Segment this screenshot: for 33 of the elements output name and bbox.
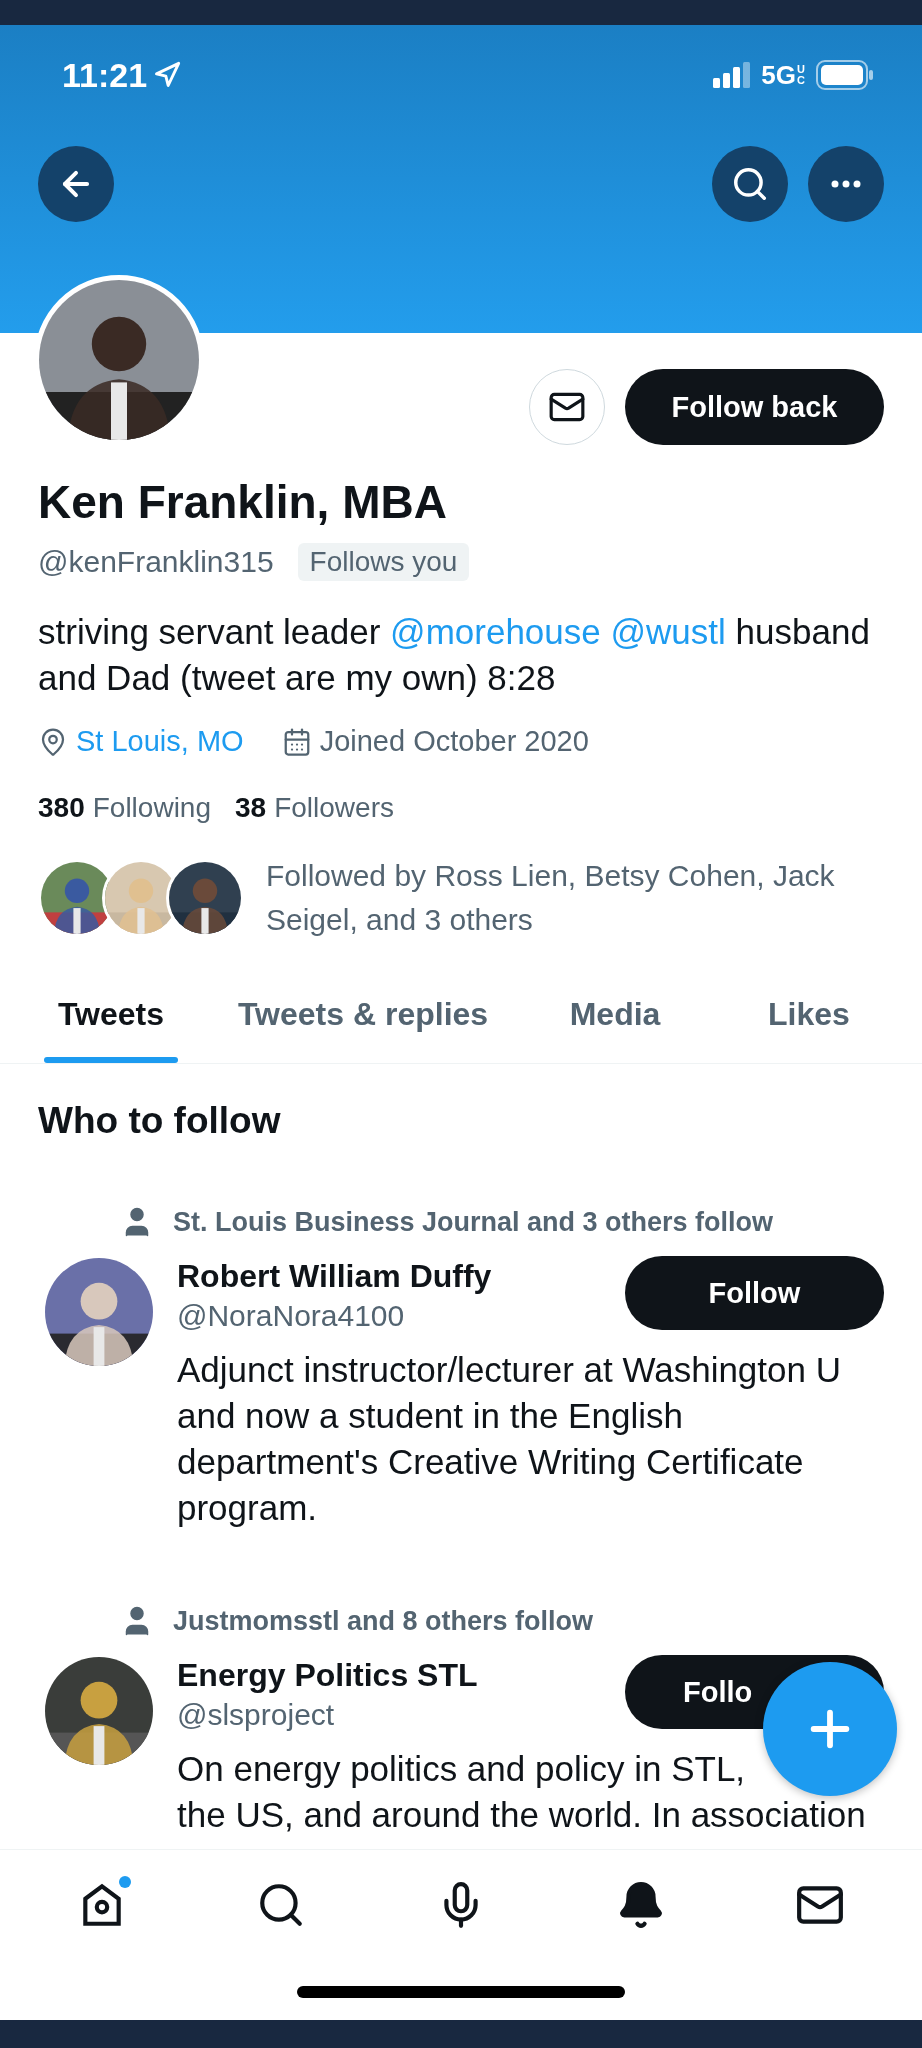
profile-handle: @kenFranklin315: [38, 545, 274, 579]
social-context: St. Louis Business Journal and 3 others follow: [173, 1206, 774, 1238]
status-time: 11:21: [62, 55, 148, 95]
suggested-name[interactable]: Energy Politics STL: [177, 1657, 478, 1694]
suggested-bio: Adjunct instructor/lecturer at Washington U and now a student in the English department's Creative Writing Certificate program.: [177, 1349, 842, 1529]
stat-label[interactable]: Followers: [274, 792, 394, 824]
location-arrow-icon: [153, 61, 182, 89]
followed-by-text[interactable]: Followed by Ross Lien, Betsy Cohen, Jack Seigel, and 3 others: [266, 854, 884, 942]
stat-label[interactable]: Following: [92, 792, 211, 824]
section-title: Who to follow: [37, 1099, 282, 1142]
follows-you-badge: Follows you: [297, 543, 470, 581]
battery-icon: [816, 60, 874, 90]
suggested-bio: the US, and around the world. In association: [177, 1794, 866, 1836]
network-type: 5G: [761, 59, 796, 91]
suggested-handle: @slsproject: [177, 1698, 335, 1732]
profile-tab[interactable]: Tweets & replies: [231, 978, 495, 1063]
suggested-bio: On energy politics and policy in STL,: [177, 1748, 746, 1790]
follow-button[interactable]: Follow: [625, 1256, 884, 1330]
profile-tab[interactable]: Tweets: [38, 978, 184, 1063]
profile-name: Ken Franklin, MBA: [38, 475, 448, 529]
network-suffix-label: UC: [797, 64, 806, 86]
profile-tab[interactable]: Likes: [736, 978, 882, 1063]
profile-tab[interactable]: Media: [542, 978, 689, 1063]
more-icon: [831, 180, 861, 188]
bio-text: striving servant leader @morehouse @wustl husband and Dad (tweet are my own) 8:28: [38, 611, 871, 699]
follow-back-button[interactable]: Follow back: [625, 369, 884, 445]
stat-count[interactable]: 38: [235, 792, 267, 824]
suggested-handle: @NoraNora4100: [177, 1299, 405, 1333]
joined-date: Joined October 2020: [319, 725, 589, 758]
suggested-name[interactable]: Robert William Duffy: [177, 1258, 492, 1295]
stat-count[interactable]: 380: [38, 792, 85, 824]
search-icon: [731, 165, 769, 203]
social-context: Justmomsstl and 8 others follow: [173, 1605, 594, 1637]
